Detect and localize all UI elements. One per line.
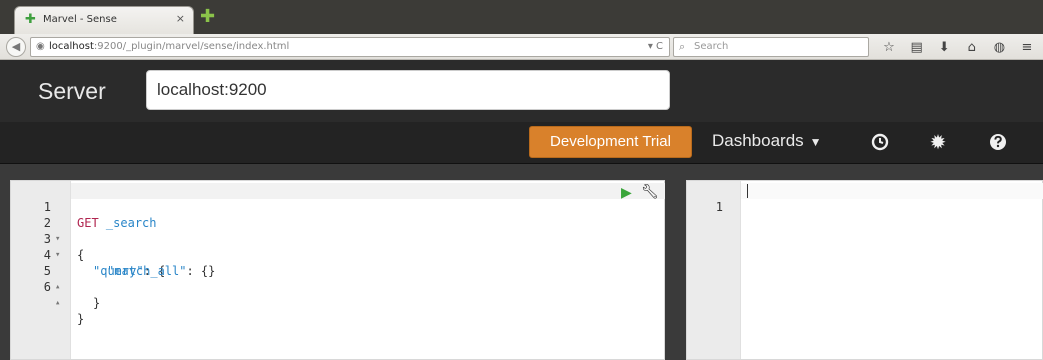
request-path: _search [105, 216, 157, 230]
tab-title: Marvel - Sense [43, 14, 117, 25]
reload-icon[interactable]: ▾ C [648, 41, 663, 52]
browser-toolbar-icons: ☆ ▤ ⬇ ⌂ ◍ ≡ [880, 38, 1040, 56]
text-cursor [747, 184, 748, 198]
clock-icon[interactable] [868, 130, 892, 154]
wrench-icon[interactable]: 🔧︎ [641, 184, 659, 200]
fold-toggle-icon[interactable]: ▾ [55, 247, 60, 263]
caret-down-icon: ▼ [809, 135, 822, 149]
line-code: "match_all": {} [107, 263, 215, 279]
url-text: localhost:9200/_plugin/marvel/sense/inde… [49, 41, 289, 52]
request-editor[interactable]: 1 GET _search 2 ▾ { 3 ▾ "query": { 4 "ma… [10, 180, 665, 360]
home-icon[interactable]: ⌂ [963, 40, 981, 55]
search-bar[interactable]: ⌕ Search [673, 37, 869, 57]
dashboards-label: Dashboards [712, 131, 804, 150]
line-code: } [93, 296, 101, 310]
menu-icon[interactable]: ≡ [1018, 40, 1036, 55]
fold-toggle-icon[interactable]: ▾ [55, 231, 60, 247]
star-icon[interactable]: ☆ [880, 40, 898, 55]
response-pane[interactable]: 1 [686, 180, 1043, 360]
line-code: } [77, 312, 85, 326]
editors-area: 1 GET _search 2 ▾ { 3 ▾ "query": { 4 "ma… [0, 170, 1043, 360]
code-line: 6 ▴ } [11, 263, 84, 326]
development-trial-button[interactable]: Development Trial [529, 126, 692, 158]
json-key: "match_all" [107, 264, 187, 278]
json-punct: : {} [186, 264, 216, 278]
library-icon[interactable]: ▤ [908, 40, 926, 55]
gear-icon[interactable]: ✹ [926, 130, 950, 154]
browser-navbar: ◀ ◉ localhost:9200/_plugin/marvel/sense/… [0, 34, 1043, 60]
active-line-highlight [71, 183, 665, 199]
line-code: GET _search [77, 215, 157, 231]
server-label: Server [38, 78, 106, 104]
download-icon[interactable]: ⬇ [935, 40, 953, 55]
url-bar[interactable]: ◉ localhost:9200/_plugin/marvel/sense/in… [30, 37, 670, 57]
search-placeholder: Search [694, 41, 729, 52]
code-line: 4 "match_all": {} [11, 231, 216, 278]
help-icon-svg [990, 134, 1006, 150]
help-icon[interactable] [986, 130, 1010, 154]
server-bar: Server localhost:9200 [0, 60, 1043, 122]
clock-icon-svg [871, 133, 889, 151]
code-line: 5 ▴ } [11, 247, 100, 310]
code-line: 1 [687, 183, 730, 214]
search-icon: ⌕ [679, 40, 686, 53]
tab-close-icon[interactable]: × [176, 12, 185, 25]
app-menu-bar: Development Trial Dashboards ▼ ✹ [0, 122, 1043, 164]
site-info-icon[interactable]: ◉ [36, 41, 45, 52]
browser-tab-strip: ✚ Marvel - Sense × ✚ [0, 0, 1043, 34]
line-number: 1 [715, 200, 723, 214]
fold-toggle-icon[interactable]: ▴ [55, 295, 60, 311]
fold-toggle-icon[interactable]: ▴ [55, 279, 60, 295]
new-tab-icon[interactable]: ✚ [200, 8, 215, 26]
dashboards-menu[interactable]: Dashboards ▼ [712, 131, 822, 151]
line-code: { [77, 248, 85, 262]
url-path: :9200/_plugin/marvel/sense/index.html [93, 41, 290, 52]
chat-icon[interactable]: ◍ [990, 40, 1008, 55]
code-line: 1 GET _search [11, 183, 157, 230]
code-line: 2 ▾ { [11, 199, 84, 262]
server-input[interactable]: localhost:9200 [146, 70, 670, 110]
code-line: 3 ▾ "query": { [11, 215, 166, 278]
active-line-highlight [741, 183, 1043, 199]
http-method: GET [77, 216, 99, 230]
line-number: 6 [43, 280, 51, 294]
marvel-favicon-icon: ✚ [25, 12, 36, 27]
url-host: localhost [49, 41, 94, 52]
back-arrow-icon[interactable]: ◀ [6, 37, 26, 57]
browser-tab[interactable]: ✚ Marvel - Sense × [14, 6, 194, 34]
run-play-icon[interactable]: ▶ [621, 185, 632, 201]
